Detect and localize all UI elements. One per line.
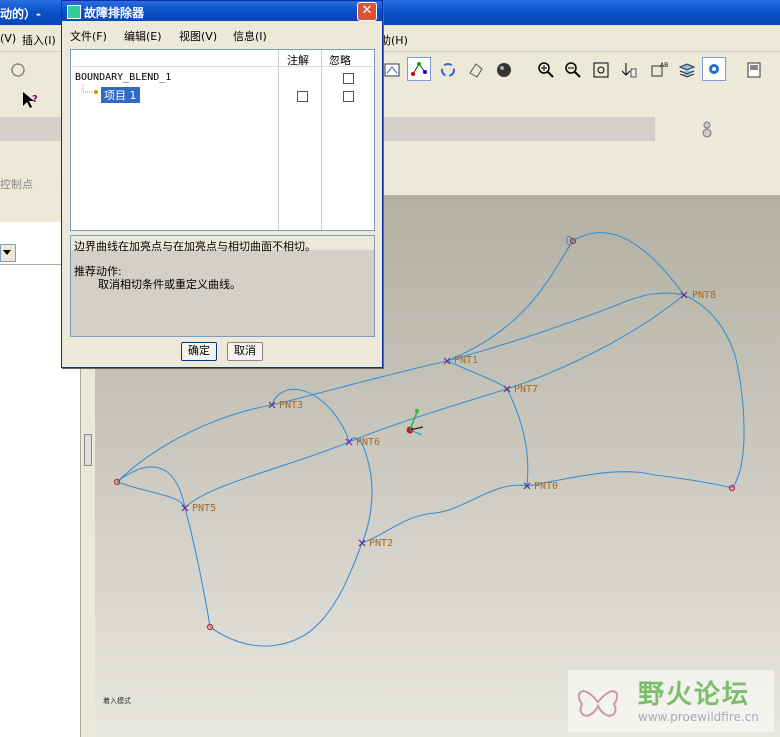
pnt3-label: PNT3: [279, 400, 304, 411]
curve-left: [116, 388, 373, 647]
troubleshooter-dialog: 故障排除器 ✕ 文件(F) 编辑(E) 视图(V) 信息(I) 注解 忽略 BO…: [61, 0, 383, 368]
tree-root[interactable]: BOUNDARY_BLEND_1: [75, 72, 171, 83]
orient-icon[interactable]: [464, 58, 488, 82]
cancel-button[interactable]: 取消: [227, 342, 263, 361]
view-display-icon[interactable]: [380, 58, 404, 82]
column-note[interactable]: 注解: [287, 52, 309, 68]
shading-icon[interactable]: [492, 58, 516, 82]
ignore-checkbox-root[interactable]: [343, 73, 354, 84]
forum-watermark: 野火论坛 www.proewildfire.cn: [568, 670, 774, 732]
collapse-handle[interactable]: [84, 434, 92, 466]
message-panel: 边界曲线在加亮点与在加亮点与相切曲面不相切。 推荐动作: 取消相切条件或重定义曲…: [70, 235, 375, 337]
pnt8-label: PNT8: [692, 290, 717, 301]
pnt7-label: PNT7: [514, 384, 539, 395]
svg-text:?: ?: [32, 94, 38, 105]
light-icon[interactable]: [700, 120, 714, 138]
control-points-tab[interactable]: 控制点: [0, 176, 33, 192]
pnt0-label: PNT0: [534, 481, 559, 492]
menu-info[interactable]: 信息(I): [233, 28, 267, 44]
tree-connector: [82, 84, 98, 94]
pnt1-label: PNT1: [454, 355, 479, 366]
curve-right-upper: [446, 240, 574, 362]
highlight-triad: [406, 409, 424, 436]
tree-item-1[interactable]: 项目 1: [101, 87, 140, 103]
column-ignore[interactable]: 忽略: [329, 52, 351, 68]
pnt2-label: PNT2: [369, 538, 394, 549]
save-view-icon[interactable]: [742, 58, 766, 82]
whats-this-icon[interactable]: ?: [18, 88, 42, 112]
menu-view-dlg[interactable]: 视图(V): [179, 28, 217, 44]
pnt7-marker: [503, 385, 511, 393]
menu-file[interactable]: 文件(F): [70, 28, 107, 44]
note-checkbox-item-1[interactable]: [297, 91, 308, 102]
dialog-app-icon: [67, 5, 81, 19]
menu-help[interactable]: 助(H): [380, 32, 408, 48]
curve-right: [566, 232, 745, 489]
watermark-title: 野火论坛: [638, 680, 751, 710]
ribbon-right: [655, 117, 780, 141]
viewport-status: 着入模式: [103, 696, 131, 705]
datum-plane-icon[interactable]: [617, 58, 641, 82]
curve-tool-icon[interactable]: [407, 57, 431, 81]
column-divider: [278, 50, 279, 230]
zoom-in-icon[interactable]: [534, 58, 558, 82]
dialog-menubar: 文件(F) 编辑(E) 视图(V) 信息(I): [62, 23, 382, 43]
butterfly-logo-icon: [577, 690, 619, 717]
curve-mid-right: [446, 360, 529, 487]
layers-icon[interactable]: [675, 58, 699, 82]
pnt5-label: PNT5: [192, 503, 217, 514]
message-line-1: 边界曲线在加亮点与在加亮点与相切曲面不相切。: [74, 240, 316, 253]
svg-text:AB: AB: [660, 62, 668, 69]
menu-view[interactable]: (V): [0, 32, 16, 45]
menu-insert[interactable]: 插入(I): [22, 32, 56, 48]
message-line-3: 取消相切条件或重定义曲线。: [98, 278, 241, 291]
axis-display-icon[interactable]: AB: [647, 58, 671, 82]
app-title-text: 动的）-: [0, 7, 41, 21]
menu-edit[interactable]: 编辑(E): [124, 28, 162, 44]
dialog-title: 故障排除器: [84, 6, 145, 20]
dialog-title-bar[interactable]: 故障排除器 ✕: [62, 1, 382, 21]
dropdown-arrow-icon[interactable]: [0, 244, 16, 262]
close-icon[interactable]: ✕: [357, 2, 377, 21]
refit-icon[interactable]: [589, 58, 613, 82]
problem-tree: 注解 忽略 BOUNDARY_BLEND_1 项目 1: [70, 49, 375, 231]
ok-button[interactable]: 确定: [181, 342, 217, 361]
column-divider: [321, 50, 322, 230]
undo-icon[interactable]: [6, 58, 30, 82]
repaint-icon[interactable]: [436, 58, 460, 82]
spin-center-icon[interactable]: [702, 57, 726, 81]
pnt6-label: PNT6: [356, 437, 381, 448]
pnt2-marker: [358, 539, 366, 547]
watermark-url: www.proewildfire.cn: [638, 710, 759, 724]
tree-header: 注解 忽略: [71, 50, 374, 67]
ignore-checkbox-item-1[interactable]: [343, 91, 354, 102]
zoom-out-icon[interactable]: [561, 58, 585, 82]
